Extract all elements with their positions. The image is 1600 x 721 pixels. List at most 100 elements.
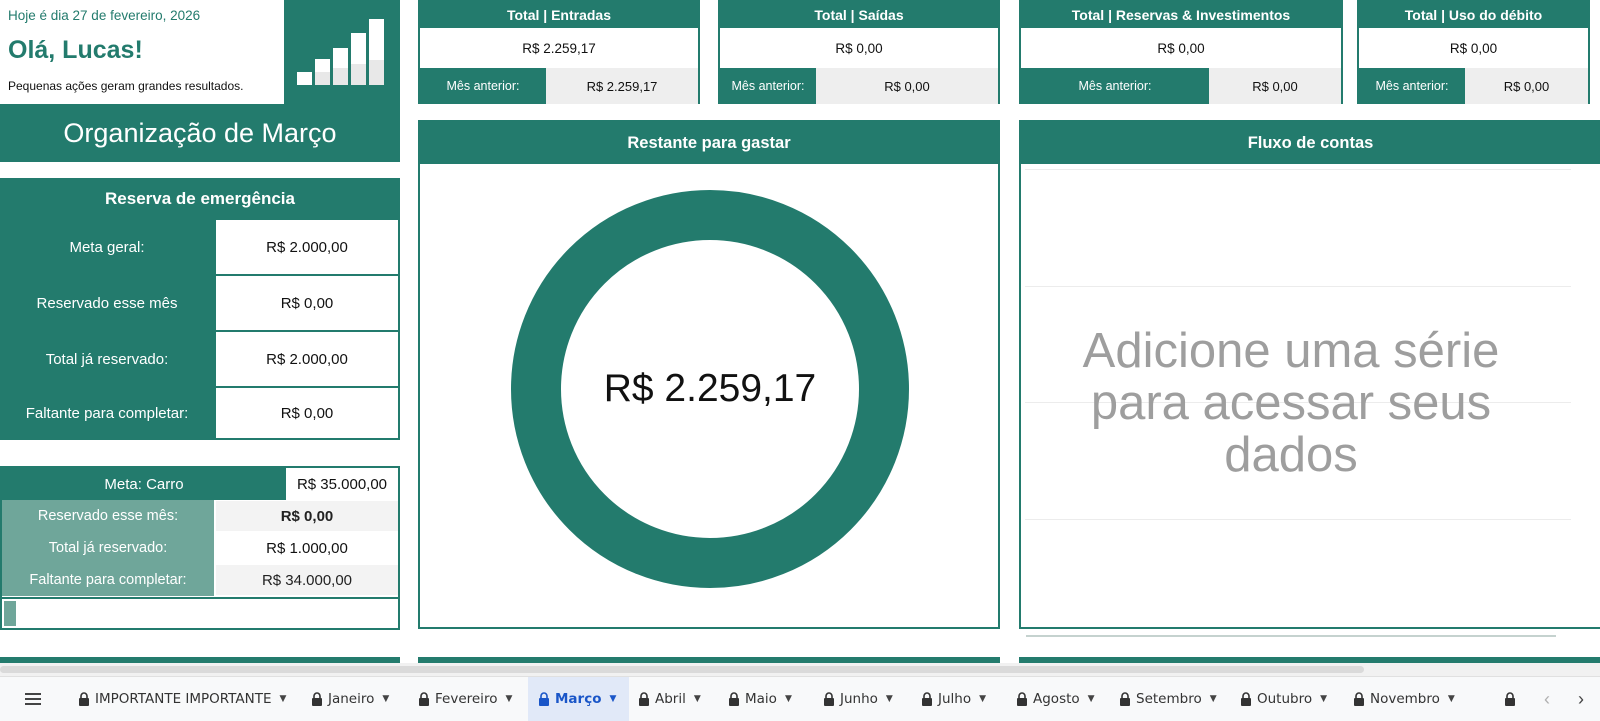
lock-icon [1505, 692, 1515, 706]
card-value: R$ 0,00 [1359, 28, 1588, 68]
emergency-label: Reservado esse mês [36, 294, 178, 312]
goal-row-label: Total já reservado: [2, 532, 214, 564]
horizontal-scrollbar[interactable] [0, 663, 1600, 676]
goal-card: Meta: Carro R$ 35.000,00 Reservado esse … [0, 466, 400, 630]
goal-progress-fill [4, 601, 16, 626]
goal-progress-track [2, 597, 398, 628]
hamburger-icon[interactable] [22, 687, 44, 711]
remaining-card: Restante para gastar R$ 2.259,17 [418, 120, 1000, 629]
prev-month-value: R$ 0,00 [1209, 68, 1341, 104]
sheet-tab[interactable]: Novembro ▼ [1345, 677, 1463, 721]
sheet-tab-partial[interactable] [1500, 677, 1532, 721]
scroll-tabs-right-icon[interactable]: › [1570, 687, 1592, 711]
chevron-down-icon: ▼ [885, 694, 893, 704]
card-value: R$ 0,00 [1021, 28, 1341, 68]
emergency-value: R$ 2.000,00 [216, 220, 398, 274]
lock-icon [729, 692, 739, 706]
chevron-down-icon: ▼ [979, 694, 987, 704]
goal-label: Meta: Carro [2, 468, 286, 500]
lock-icon [539, 692, 549, 706]
chevron-down-icon: ▼ [693, 694, 701, 704]
remaining-value: R$ 2.259,17 [603, 367, 817, 410]
goal-row-label: Faltante para completar: [2, 564, 214, 596]
lock-icon [79, 692, 89, 706]
lock-icon [1017, 692, 1027, 706]
flow-title: Fluxo de contas [1021, 122, 1600, 164]
goal-row-value: R$ 1.000,00 [216, 533, 398, 563]
gridline [1025, 286, 1571, 287]
card-value: R$ 2.259,17 [420, 28, 698, 68]
month-title: Organização de Março [0, 104, 400, 162]
lock-icon [1241, 692, 1251, 706]
sheet-tab[interactable]: Julho ▼ [913, 677, 994, 721]
summary-card-debito: Total | Uso do débito R$ 0,00 Mês anteri… [1357, 0, 1590, 104]
chevron-down-icon: ▼ [279, 694, 287, 704]
sheet-tab-active[interactable]: Março ▼ [528, 677, 630, 721]
lock-icon [922, 692, 932, 706]
emergency-title: Reserva de emergência [105, 189, 295, 208]
chevron-down-icon: ▼ [1209, 694, 1217, 704]
sheet-tab[interactable]: Abril ▼ [630, 677, 709, 721]
chevron-down-icon: ▼ [382, 694, 390, 704]
remaining-title: Restante para gastar [420, 122, 998, 164]
lock-icon [639, 692, 649, 706]
chevron-down-icon: ▼ [784, 694, 792, 704]
greeting-title: Olá, Lucas! [8, 36, 143, 64]
chevron-down-icon: ▼ [1320, 694, 1328, 704]
emergency-label: Meta geral: [69, 238, 145, 256]
card-title: Total | Reservas & Investimentos [1021, 2, 1341, 28]
sheet-tab[interactable]: Setembro ▼ [1111, 677, 1225, 721]
summary-card-saidas: Total | Saídas R$ 0,00 Mês anterior: R$ … [718, 0, 1000, 104]
growth-chart-icon [284, 0, 400, 104]
scrollbar-thumb[interactable] [0, 666, 1364, 673]
sheet-tab[interactable]: Janeiro ▼ [303, 677, 397, 721]
card-title: Total | Uso do débito [1359, 2, 1588, 28]
gridline [1025, 169, 1571, 170]
sheet-tab[interactable]: Outubro ▼ [1232, 677, 1335, 721]
prev-month-value: R$ 0,00 [816, 68, 998, 104]
chevron-down-icon: ▼ [505, 694, 513, 704]
emergency-value: R$ 0,00 [216, 276, 398, 330]
prev-month-label: Mês anterior: [1359, 68, 1465, 104]
chart-placeholder-text: Adicione uma série para acessar seus dad… [1082, 324, 1500, 482]
chevron-down-icon: ▼ [1447, 694, 1455, 704]
summary-card-entradas: Total | Entradas R$ 2.259,17 Mês anterio… [418, 0, 700, 104]
chevron-down-icon: ▼ [1087, 694, 1095, 704]
goal-row-label: Reservado esse mês: [2, 500, 214, 532]
lock-icon [1120, 692, 1130, 706]
scroll-line [1026, 635, 1556, 637]
summary-card-reservas: Total | Reservas & Investimentos R$ 0,00… [1019, 0, 1343, 104]
prev-month-value: R$ 0,00 [1465, 68, 1588, 104]
sheet-tabs-bar: IMPORTANTE IMPORTANTE ▼ Janeiro ▼ Fevereir… [0, 676, 1600, 721]
goal-value: R$ 35.000,00 [286, 468, 398, 500]
flow-card: Fluxo de contas Adicione uma série para … [1019, 120, 1600, 629]
sheet-tab[interactable]: IMPORTANTE IMPORTANTE ▼ [70, 677, 294, 721]
sheet-tab[interactable]: Agosto ▼ [1008, 677, 1103, 721]
sheet-tab[interactable]: Junho ▼ [815, 677, 901, 721]
lock-icon [312, 692, 322, 706]
prev-month-label: Mês anterior: [420, 68, 546, 104]
prev-month-value: R$ 2.259,17 [546, 68, 698, 104]
emergency-label: Faltante para completar: [25, 404, 189, 422]
gridline [1025, 519, 1571, 520]
prev-month-label: Mês anterior: [1021, 68, 1209, 104]
lock-icon [419, 692, 429, 706]
prev-month-label: Mês anterior: [720, 68, 816, 104]
sheet-tab[interactable]: Maio ▼ [720, 677, 800, 721]
card-title: Total | Entradas [420, 2, 698, 28]
scroll-tabs-left-icon[interactable]: ‹ [1536, 687, 1558, 711]
lock-icon [824, 692, 834, 706]
lock-icon [1354, 692, 1364, 706]
chevron-down-icon: ▼ [609, 694, 617, 704]
emergency-value: R$ 2.000,00 [216, 332, 398, 386]
greeting-card: Hoje é dia 27 de fevereiro, 2026 Olá, Lu… [0, 0, 284, 104]
sheet-tab[interactable]: Fevereiro ▼ [410, 677, 520, 721]
goal-row-value: R$ 0,00 [216, 501, 398, 531]
card-title: Total | Saídas [720, 2, 998, 28]
emergency-reserve-card: Reserva de emergência Meta geral: R$ 2.0… [0, 178, 400, 440]
tagline: Pequenas ações geram grandes resultados. [8, 79, 244, 93]
card-value: R$ 0,00 [720, 28, 998, 68]
date-text: Hoje é dia 27 de fevereiro, 2026 [8, 8, 201, 23]
emergency-label: Total já reservado: [45, 350, 169, 368]
goal-row-value: R$ 34.000,00 [216, 565, 398, 595]
